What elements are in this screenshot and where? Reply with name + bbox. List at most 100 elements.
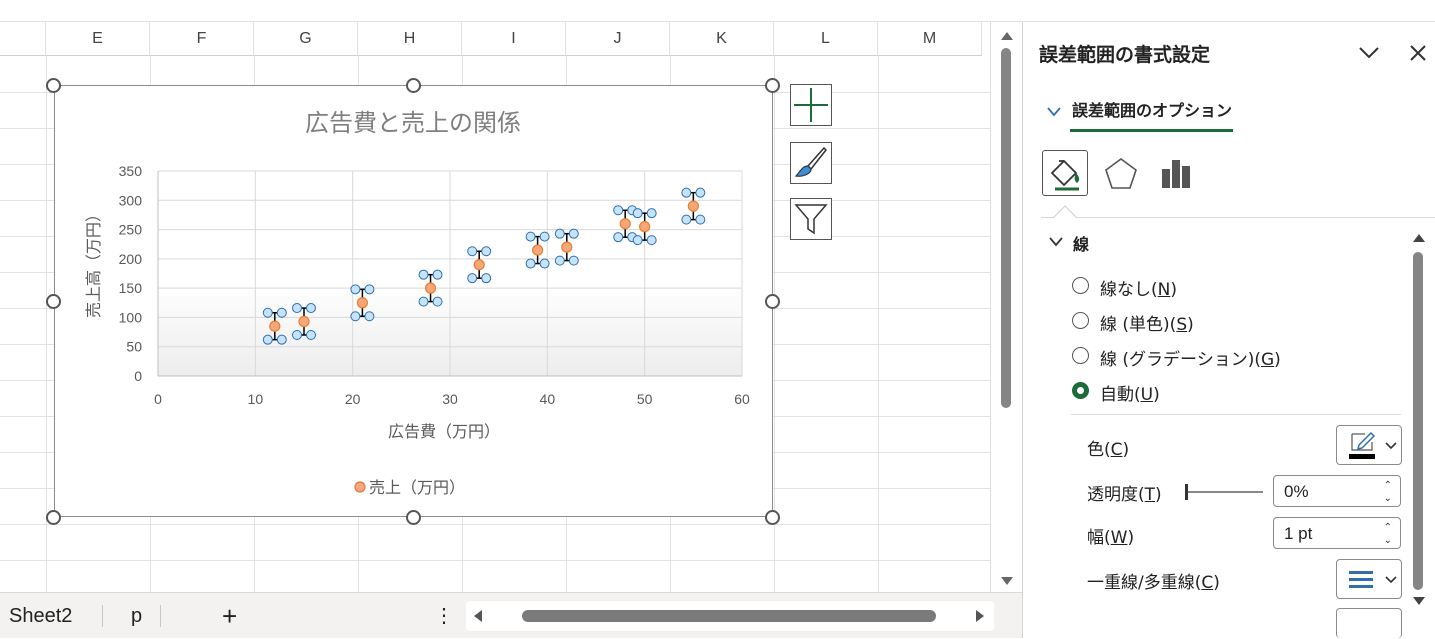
add-sheet-button[interactable]: + xyxy=(222,593,237,639)
pane-scroll-up-icon[interactable] xyxy=(1412,233,1426,243)
section-chevron-icon[interactable] xyxy=(1047,107,1061,117)
error-bar-selection-handle[interactable] xyxy=(276,334,287,345)
data-point[interactable] xyxy=(356,297,368,309)
transparency-input[interactable]: 0% ⌃ ⌄ xyxy=(1273,475,1401,507)
column-header-m[interactable]: M xyxy=(878,22,982,56)
column-header-k[interactable]: K xyxy=(670,22,774,56)
data-point[interactable] xyxy=(639,221,651,233)
data-point[interactable] xyxy=(619,218,631,230)
resize-handle-top-middle[interactable] xyxy=(406,78,421,93)
data-point[interactable] xyxy=(298,315,310,328)
error-bar-selection-handle[interactable] xyxy=(681,187,692,198)
chart-object[interactable]: 広告費と売上の関係 0 50 100 150 200 250 300 350 0 10 20 30 40… xyxy=(54,85,773,517)
resize-handle-middle-right[interactable] xyxy=(765,294,780,309)
scroll-left-arrow-icon[interactable] xyxy=(472,608,484,624)
error-bar-selection-handle[interactable] xyxy=(262,307,273,318)
error-bar-selection-handle[interactable] xyxy=(613,232,624,243)
error-bar-selection-handle[interactable] xyxy=(418,296,429,307)
spin-up-icon[interactable]: ⌃ xyxy=(1384,481,1392,491)
error-bar-selection-handle[interactable] xyxy=(695,214,706,225)
error-bar-selection-handle[interactable] xyxy=(554,228,565,239)
error-bar-selection-handle[interactable] xyxy=(646,235,657,246)
option-automatic-label[interactable]: 自動(U) xyxy=(1100,380,1160,405)
sheet-tab-p[interactable]: p xyxy=(131,593,142,639)
error-bar-selection-handle[interactable] xyxy=(568,255,579,266)
error-bar-selection-handle[interactable] xyxy=(481,246,492,257)
error-bar-selection-handle[interactable] xyxy=(467,273,478,284)
error-bar-selection-handle[interactable] xyxy=(432,269,443,280)
vertical-scrollbar[interactable] xyxy=(990,22,1022,592)
error-bar-selection-handle[interactable] xyxy=(632,208,643,219)
line-section-title[interactable]: 線 xyxy=(1073,231,1089,255)
error-bar-selection-handle[interactable] xyxy=(306,330,316,340)
radio-automatic[interactable] xyxy=(1072,382,1089,399)
sheet-tab-sheet2[interactable]: Sheet2 xyxy=(9,593,72,639)
close-icon[interactable] xyxy=(1409,44,1427,62)
resize-handle-bottom-middle[interactable] xyxy=(406,510,421,525)
width-input[interactable]: 1 pt ⌃ ⌄ xyxy=(1273,517,1401,549)
spin-down-icon[interactable]: ⌄ xyxy=(1384,494,1392,504)
error-bar-selection-handle[interactable] xyxy=(568,228,579,239)
scroll-up-arrow-icon[interactable] xyxy=(999,30,1015,42)
data-point[interactable] xyxy=(269,320,281,332)
error-bar-selection-handle[interactable] xyxy=(364,311,375,322)
error-bar-selection-handle[interactable] xyxy=(276,307,287,318)
error-bar-selection-handle[interactable] xyxy=(432,296,443,307)
error-bar-selection-handle[interactable] xyxy=(350,311,361,322)
resize-handle-top-right[interactable] xyxy=(765,78,780,93)
horizontal-scrollbar[interactable] xyxy=(466,601,994,631)
error-bar-selection-handle[interactable] xyxy=(350,284,361,295)
error-bar-selection-handle[interactable] xyxy=(525,258,536,269)
scroll-right-arrow-icon[interactable] xyxy=(974,608,986,624)
error-bar-selection-handle[interactable] xyxy=(554,255,565,266)
bar-chart-options-icon[interactable] xyxy=(1159,156,1193,190)
error-bar-selection-handle[interactable] xyxy=(525,231,536,242)
compound-type-dropdown[interactable] xyxy=(1336,559,1402,599)
data-point[interactable] xyxy=(473,259,485,271)
data-point[interactable] xyxy=(561,241,573,253)
pentagon-effects-icon[interactable] xyxy=(1103,156,1139,192)
plot-area[interactable]: 0 50 100 150 200 250 300 350 0 10 20 30 40 50 60 xyxy=(119,163,750,407)
resize-handle-bottom-left[interactable] xyxy=(46,510,61,525)
chevron-down-icon[interactable] xyxy=(1358,46,1380,60)
legend[interactable]: 売上（万円） xyxy=(354,478,465,497)
column-header-j[interactable]: J xyxy=(566,22,670,56)
error-bar-selection-handle[interactable] xyxy=(292,303,302,314)
column-header-g[interactable]: G xyxy=(254,22,358,56)
data-point[interactable] xyxy=(532,244,544,256)
column-header-e[interactable]: E xyxy=(46,22,150,56)
transparency-slider[interactable] xyxy=(1185,484,1263,500)
tab-fill-line[interactable] xyxy=(1042,150,1088,196)
error-bar-selection-handle[interactable] xyxy=(262,334,273,345)
column-header-l[interactable]: L xyxy=(774,22,878,56)
line-section-chevron-icon[interactable] xyxy=(1049,237,1063,247)
spin-down-icon[interactable]: ⌄ xyxy=(1384,536,1392,546)
column-header-i[interactable]: I xyxy=(462,22,566,56)
more-options-icon[interactable]: ⋮ xyxy=(434,593,454,639)
chart-title[interactable]: 広告費と売上の関係 xyxy=(305,109,521,137)
radio-solid-line[interactable] xyxy=(1072,312,1089,329)
error-bar-selection-handle[interactable] xyxy=(646,208,657,219)
x-axis-title[interactable]: 広告費（万円） xyxy=(388,422,500,441)
resize-handle-top-left[interactable] xyxy=(46,78,61,93)
vertical-scroll-thumb[interactable] xyxy=(1001,48,1011,408)
tab-error-bar-options[interactable]: 誤差範囲のオプション xyxy=(1072,97,1232,121)
data-point[interactable] xyxy=(424,282,437,294)
spin-up-icon[interactable]: ⌃ xyxy=(1384,523,1392,533)
pane-scroll-thumb[interactable] xyxy=(1413,252,1423,590)
resize-handle-middle-left[interactable] xyxy=(46,294,61,309)
radio-no-line[interactable] xyxy=(1072,277,1089,294)
error-bar-selection-handle[interactable] xyxy=(613,205,624,216)
error-bar-selection-handle[interactable] xyxy=(364,284,375,295)
error-bar-selection-handle[interactable] xyxy=(681,214,692,225)
column-header-h[interactable]: H xyxy=(358,22,462,56)
resize-handle-bottom-right[interactable] xyxy=(765,510,780,525)
radio-gradient-line[interactable] xyxy=(1072,347,1089,364)
chart-styles-button[interactable] xyxy=(790,142,832,184)
data-point[interactable] xyxy=(687,200,699,212)
option-solid-line-label[interactable]: 線 (単色)(S) xyxy=(1100,310,1194,335)
error-bar-selection-handle[interactable] xyxy=(467,246,478,257)
chart-elements-button[interactable] xyxy=(790,84,832,126)
y-axis-title[interactable]: 売上高（万円） xyxy=(84,206,103,318)
option-gradient-line-label[interactable]: 線 (グラデーション)(G) xyxy=(1100,345,1281,370)
